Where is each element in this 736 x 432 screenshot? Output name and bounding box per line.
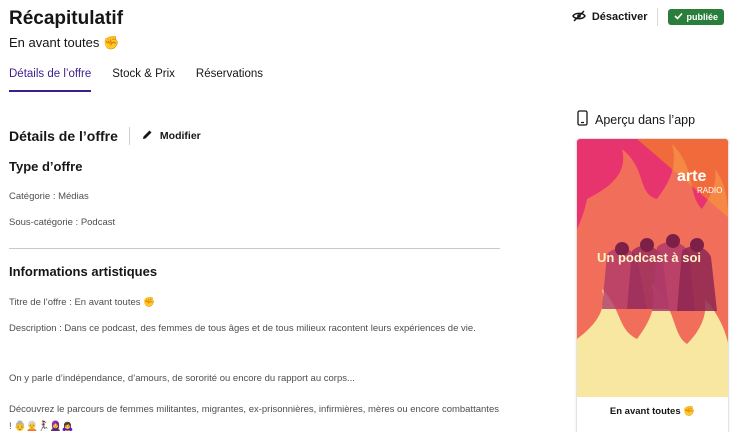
pencil-icon bbox=[142, 129, 153, 143]
tab-offer-details[interactable]: Détails de l’offre bbox=[9, 68, 92, 92]
description-paragraph-2: On y parle d’indépendance, d’amours, de … bbox=[9, 373, 355, 384]
offer-type-title: Type d’offre bbox=[9, 159, 83, 174]
cover-brand: arte bbox=[677, 168, 706, 185]
offer-subtitle: En avant toutes ✊ bbox=[9, 35, 120, 50]
offer-preview-card[interactable]: arte RADIO Un podcast à soi En avant tou… bbox=[576, 138, 729, 432]
deactivate-label: Désactiver bbox=[591, 11, 648, 23]
app-preview-label: Aperçu dans l’app bbox=[595, 112, 696, 127]
check-icon bbox=[674, 12, 684, 22]
cover-tagline: Un podcast à soi bbox=[597, 250, 701, 265]
description-paragraph-1: Description : Dans ce podcast, des femme… bbox=[9, 323, 476, 334]
status-badge: publiée bbox=[668, 9, 724, 25]
header-actions: Désactiver publiée bbox=[571, 8, 724, 26]
preview-card-title: En avant toutes ✊ bbox=[609, 406, 696, 417]
cover-brand-sub: RADIO bbox=[697, 186, 722, 195]
edit-button[interactable]: Modifier bbox=[142, 129, 201, 143]
eye-off-icon bbox=[571, 9, 586, 25]
tab-stock-price[interactable]: Stock & Prix bbox=[112, 68, 175, 92]
section-divider-line bbox=[9, 248, 500, 249]
details-section-header: Détails de l’offre Modifier bbox=[9, 127, 201, 145]
subcategory-value: Sous-catégorie : Podcast bbox=[9, 217, 116, 228]
offer-title-value: Titre de l’offre : En avant toutes ✊ bbox=[9, 297, 155, 308]
edit-label: Modifier bbox=[159, 130, 201, 142]
artistic-info-title: Informations artistiques bbox=[9, 264, 158, 279]
tab-bookings[interactable]: Réservations bbox=[196, 68, 263, 92]
app-preview-header: Aperçu dans l’app bbox=[577, 110, 695, 129]
category-value: Catégorie : Médias bbox=[9, 191, 89, 202]
section-title: Détails de l’offre bbox=[9, 128, 118, 144]
status-label: publiée bbox=[686, 12, 718, 22]
tab-bar: Détails de l’offre Stock & Prix Réservat… bbox=[9, 68, 263, 92]
page-title: Récapitulatif bbox=[9, 8, 124, 29]
section-divider bbox=[128, 127, 130, 145]
deactivate-button[interactable]: Désactiver bbox=[571, 9, 648, 25]
header-divider bbox=[657, 8, 659, 26]
smartphone-icon bbox=[577, 110, 588, 129]
description-paragraph-3: Découvrez le parcours de femmes militant… bbox=[9, 404, 499, 432]
podcast-cover-image: arte RADIO Un podcast à soi bbox=[577, 139, 728, 397]
